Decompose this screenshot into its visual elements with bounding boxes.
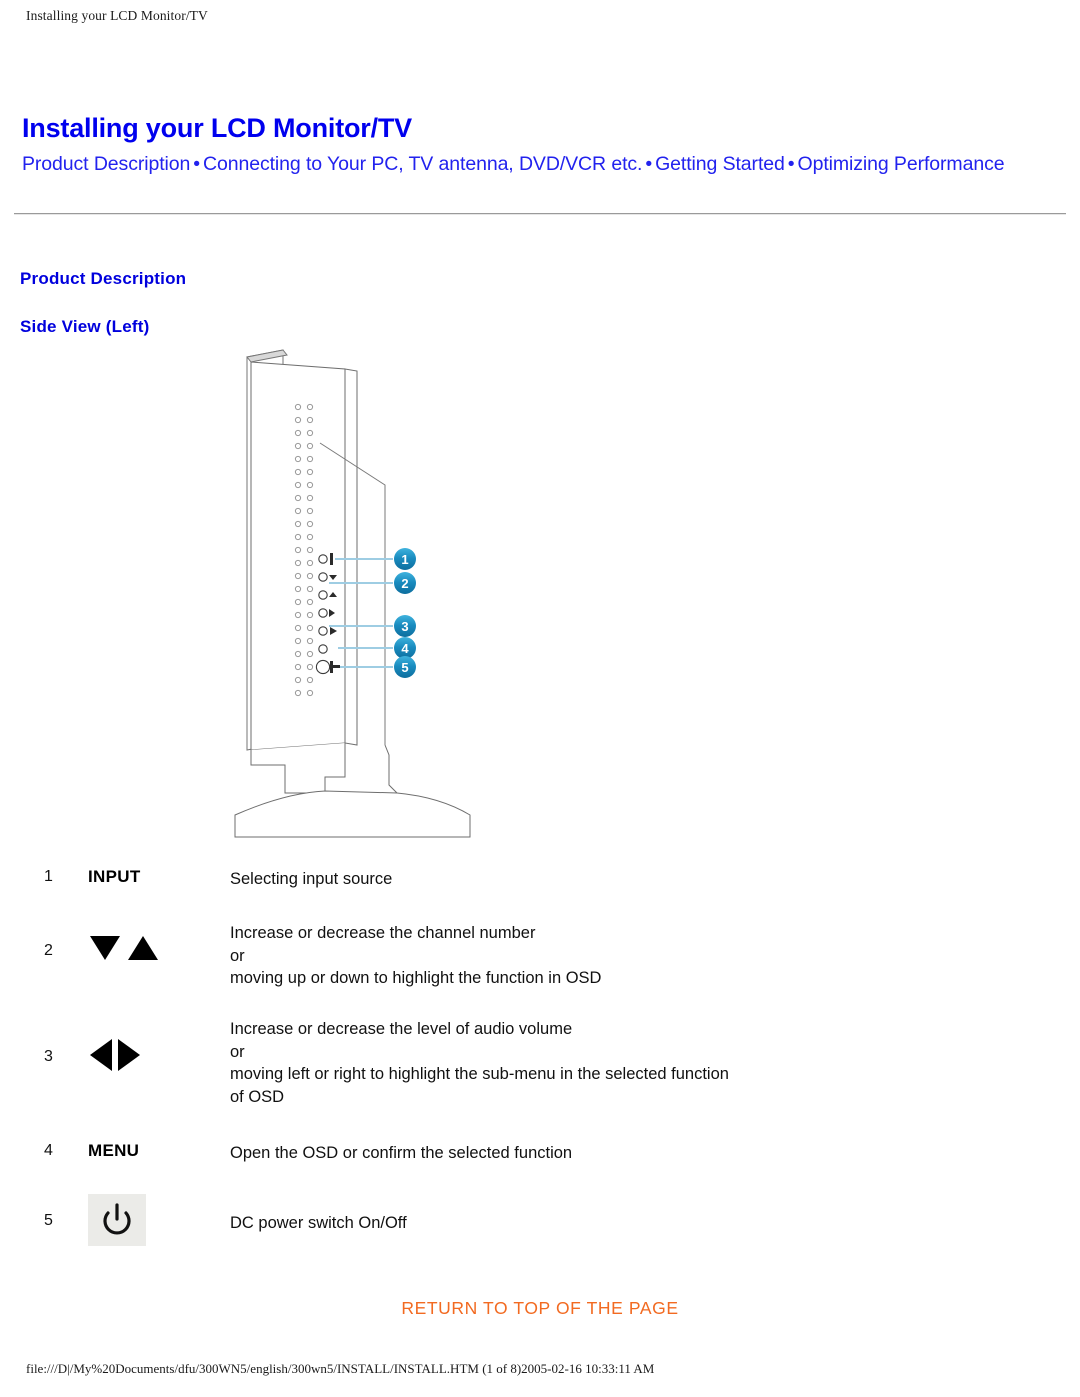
nav-separator: • [787, 153, 795, 175]
row-number: 3 [44, 1048, 53, 1065]
monitor-side-view-diagram: 1 2 3 4 5 [225, 345, 485, 840]
triangle-up-icon [128, 936, 158, 960]
row-description: Increase or decrease the level of audio … [230, 1018, 729, 1108]
nav-separator: • [645, 153, 653, 175]
row-description-line: DC power switch On/Off [230, 1214, 407, 1232]
page-title: Installing your LCD Monitor/TV [22, 113, 412, 144]
nav-link-getting-started[interactable]: Getting Started [655, 153, 785, 175]
row-description-line: Increase or decrease the level of audio … [230, 1020, 573, 1038]
row-description-line: Selecting input source [230, 870, 393, 888]
svg-text:3: 3 [401, 619, 408, 634]
return-to-top-container: RETURN TO TOP OF THE PAGE [0, 1298, 1080, 1319]
nav-link-optimizing-performance[interactable]: Optimizing Performance [798, 153, 1005, 175]
row-key-label: MENU [88, 1141, 140, 1160]
row-description-line: Open the OSD or confirm the selected fun… [230, 1144, 573, 1162]
row-description-line: of OSD [230, 1087, 285, 1106]
row-description-line: moving up or down to highlight the funct… [230, 969, 602, 987]
breadcrumb-nav: Product Description • Connecting to Your P… [22, 153, 1005, 176]
svg-text:4: 4 [401, 641, 409, 656]
row-number: 1 [44, 868, 53, 885]
triangle-right-icon [118, 1039, 140, 1071]
row-description-line: or [230, 946, 245, 965]
section-heading-product-description: Product Description [20, 269, 187, 289]
power-icon [88, 1194, 146, 1246]
subsection-heading-side-view-left: Side View (Left) [20, 317, 150, 337]
row-description: DC power switch On/Off [230, 1212, 407, 1235]
file-path-footer: file:///D|/My%20Documents/dfu/300WN5/eng… [26, 1361, 655, 1376]
row-description: Selecting input source [230, 868, 392, 891]
row-description-line: or [230, 1042, 245, 1061]
row-number: 2 [44, 942, 53, 959]
svg-text:2: 2 [401, 576, 408, 591]
triangle-down-icon [90, 936, 120, 960]
row-description-line: Increase or decrease the channel number [230, 924, 536, 942]
triangle-left-icon [90, 1039, 112, 1071]
svg-text:1: 1 [401, 552, 408, 567]
row-key-label: INPUT [88, 867, 141, 886]
nav-link-connecting-to-your-pc[interactable]: Connecting to Your PC, TV antenna, DVD/V… [203, 153, 642, 175]
row-number: 4 [44, 1142, 53, 1159]
row-number: 5 [44, 1212, 53, 1229]
nav-link-product-description[interactable]: Product Description [22, 153, 190, 175]
horizontal-divider [14, 213, 1066, 215]
row-description-line: moving left or right to highlight the su… [230, 1065, 729, 1083]
figure-callout-badges: 1 2 3 4 5 [394, 548, 416, 678]
svg-text:5: 5 [401, 660, 408, 675]
row-description: Open the OSD or confirm the selected fun… [230, 1142, 572, 1165]
row-description: Increase or decrease the channel number … [230, 922, 601, 990]
return-to-top-link[interactable]: RETURN TO TOP OF THE PAGE [401, 1298, 678, 1318]
nav-separator: • [193, 153, 200, 175]
running-header: Installing your LCD Monitor/TV [26, 8, 208, 23]
